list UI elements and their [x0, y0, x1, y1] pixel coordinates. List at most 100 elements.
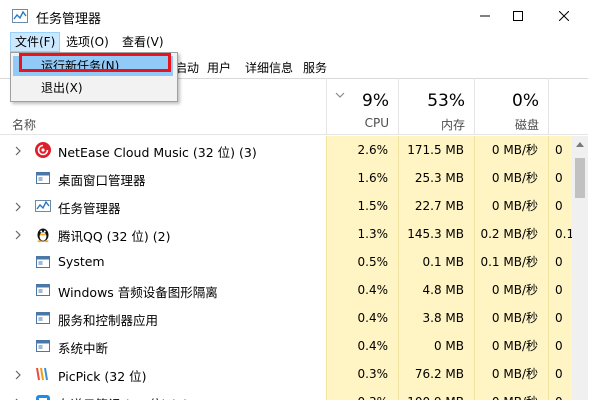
memory-cell: 100.9 MB: [398, 388, 474, 400]
memory-cell: 76.2 MB: [398, 360, 474, 388]
cpu-cell: 1.5%: [326, 192, 398, 220]
cpu-label: CPU: [364, 116, 389, 130]
network-cell: 0: [548, 192, 572, 220]
process-row[interactable]: 系统中断 0.4% 0 MB 0 MB/秒 0: [0, 332, 572, 360]
window-app-icon: [34, 281, 52, 299]
process-row[interactable]: Windows 音频设备图形隔离 0.4% 4.8 MB 0 MB/秒 0: [0, 276, 572, 304]
memory-cell: 171.5 MB: [398, 136, 474, 164]
cpu-cell: 2.6%: [326, 136, 398, 164]
disk-cell: 0 MB/秒: [474, 360, 548, 388]
disk-cell: 0 MB/秒: [474, 192, 548, 220]
disk-cell: 0 MB/秒: [474, 164, 548, 192]
vertical-scrollbar[interactable]: [572, 136, 588, 400]
task-manager-icon: [12, 9, 28, 23]
disk-label: 磁盘: [514, 118, 539, 132]
memory-cell: 0.1 MB: [398, 248, 474, 276]
window-title: 任务管理器: [36, 12, 102, 27]
memory-cell: 145.3 MB: [398, 220, 474, 248]
memory-cell: 4.8 MB: [398, 276, 474, 304]
highlight-annotation: [19, 53, 171, 72]
process-row[interactable]: 服务和控制器应用 0.4% 3.8 MB 0 MB/秒 0: [0, 304, 572, 332]
window-app-icon: [34, 309, 52, 327]
scroll-up-button[interactable]: [572, 136, 588, 152]
disk-total-percent: 0%: [512, 91, 539, 111]
process-name: Windows 音频设备图形隔离: [58, 285, 218, 300]
chevron-right-icon[interactable]: [14, 201, 22, 212]
menu-view[interactable]: 查看(V): [118, 32, 168, 52]
column-network[interactable]: [548, 78, 573, 134]
network-cell: 0: [548, 276, 572, 304]
disk-cell: 0.2 MB/秒: [474, 220, 548, 248]
network-cell: 0: [548, 388, 572, 400]
process-name: 腾讯QQ (32 位) (2): [58, 229, 171, 244]
disk-cell: 0 MB/秒: [474, 332, 548, 360]
column-disk[interactable]: 0% 磁盘: [474, 78, 549, 134]
network-cell: 0: [548, 360, 572, 388]
network-cell: 0: [548, 304, 572, 332]
tab-services[interactable]: 服务: [298, 57, 332, 79]
chevron-right-icon[interactable]: [14, 369, 22, 380]
chevron-up-icon: [576, 141, 584, 147]
menu-file[interactable]: 文件(F): [10, 32, 61, 52]
cpu-cell: 1.3%: [326, 220, 398, 248]
column-memory[interactable]: 53% 内存: [398, 78, 475, 134]
tab-users[interactable]: 用户: [202, 57, 236, 79]
column-cpu[interactable]: 9% CPU: [326, 78, 399, 134]
process-row[interactable]: 桌面窗口管理器 1.6% 25.3 MB 0 MB/秒 0: [0, 164, 572, 192]
title-bar: 任务管理器: [0, 0, 600, 32]
window-app-icon: [34, 169, 52, 187]
maximize-button[interactable]: [495, 0, 541, 32]
window-app-icon: [34, 337, 52, 355]
network-cell: 0: [548, 332, 572, 360]
cpu-total-percent: 9%: [362, 91, 389, 111]
memory-total-percent: 53%: [427, 91, 465, 111]
process-row[interactable]: System 0.5% 0.1 MB 0.1 MB/秒 0: [0, 248, 572, 276]
memory-cell: 25.3 MB: [398, 164, 474, 192]
disk-cell: 0.1 MB/秒: [474, 248, 548, 276]
close-icon: [559, 11, 569, 21]
network-cell: 0: [548, 248, 572, 276]
process-name: 服务和控制器应用: [58, 313, 159, 328]
cpu-cell: 0.5%: [326, 248, 398, 276]
process-name: PicPick (32 位): [58, 369, 147, 384]
menu-options[interactable]: 选项(O): [62, 32, 113, 52]
close-button[interactable]: [541, 0, 587, 32]
cpu-cell: 0.4%: [326, 332, 398, 360]
process-name: NetEase Cloud Music (32 位) (3): [58, 145, 257, 160]
window-border: [588, 32, 600, 400]
menu-bar: 文件(F) 选项(O) 查看(V): [0, 32, 600, 52]
task-manager-icon: [34, 197, 52, 215]
process-list: NetEase Cloud Music (32 位) (3) 2.6% 171.5 …: [0, 136, 572, 400]
memory-cell: 3.8 MB: [398, 304, 474, 332]
process-row[interactable]: 有道云笔记 (32 位) (3) 0.3%100.9 MB0 MB/秒0: [0, 388, 572, 400]
disk-cell: 0 MB/秒: [474, 276, 548, 304]
process-row[interactable]: PicPick (32 位) 0.3% 76.2 MB 0 MB/秒 0: [0, 360, 572, 388]
process-name: 有道云笔记 (32 位) (3): [58, 394, 188, 400]
column-name[interactable]: 名称: [12, 116, 36, 133]
scroll-thumb[interactable]: [575, 158, 585, 198]
memory-cell: 22.7 MB: [398, 192, 474, 220]
process-name: 任务管理器: [58, 201, 121, 216]
tab-details[interactable]: 详细信息: [240, 57, 298, 79]
disk-cell: 0 MB/秒: [474, 388, 548, 400]
memory-cell: 0 MB: [398, 332, 474, 360]
cpu-cell: 0.4%: [326, 276, 398, 304]
process-name: System: [58, 254, 105, 269]
network-cell: 0: [548, 164, 572, 192]
process-name: 桌面窗口管理器: [58, 173, 146, 188]
process-row[interactable]: NetEase Cloud Music (32 位) (3) 2.6% 171.5 …: [0, 136, 572, 164]
youdao-note-icon: [34, 393, 52, 400]
qq-penguin-icon: [34, 225, 52, 243]
cpu-cell: 0.3%: [326, 360, 398, 388]
window-app-icon: [34, 253, 52, 271]
cpu-cell: 1.6%: [326, 164, 398, 192]
network-cell: 0.1: [548, 220, 572, 248]
menu-item-exit[interactable]: 退出(X): [13, 78, 173, 98]
process-row[interactable]: 任务管理器 1.5% 22.7 MB 0 MB/秒 0: [0, 192, 572, 220]
chevron-right-icon[interactable]: [14, 229, 22, 240]
chevron-right-icon[interactable]: [14, 145, 22, 156]
cpu-cell: 0.3%: [326, 388, 398, 400]
process-row[interactable]: 腾讯QQ (32 位) (2) 1.3%145.3 MB0.2 MB/秒0.1: [0, 220, 572, 248]
maximize-icon: [513, 11, 523, 21]
disk-cell: 0 MB/秒: [474, 304, 548, 332]
